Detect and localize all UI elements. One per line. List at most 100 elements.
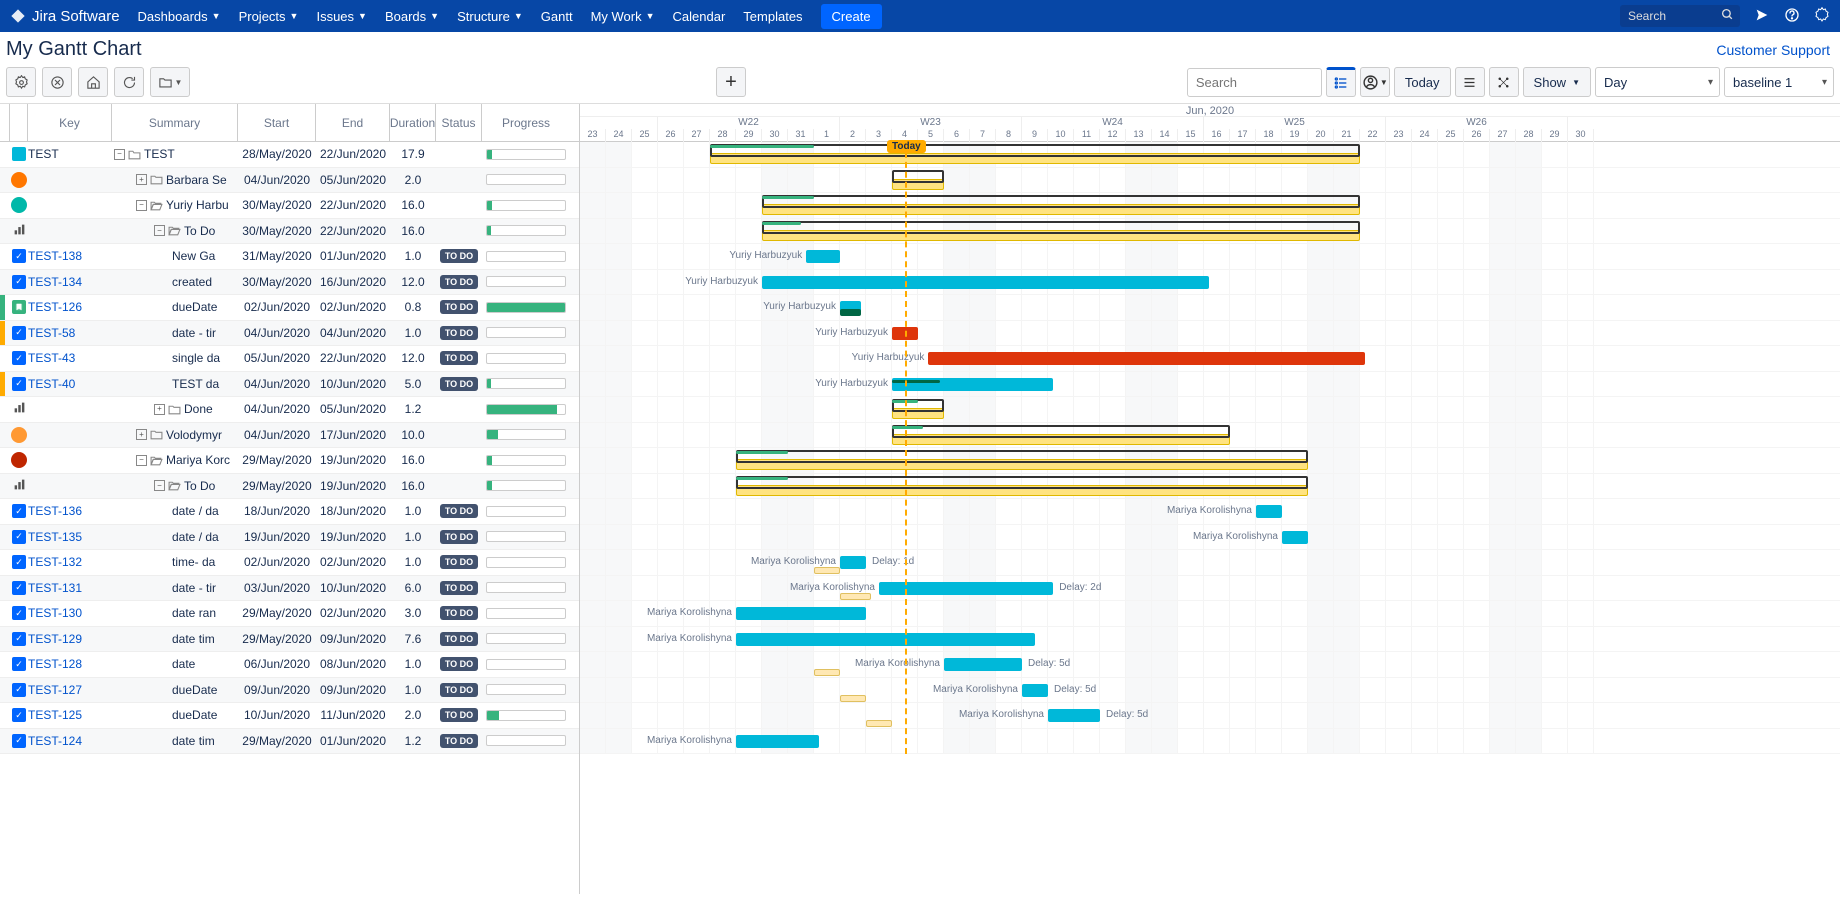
grid-row[interactable]: ✓TEST-129date tim29/May/202009/Jun/20207… — [0, 627, 579, 653]
grid-row[interactable]: −Mariya Korc29/May/202019/Jun/202016.0 — [0, 448, 579, 474]
grid-row[interactable]: −To Do30/May/202022/Jun/202016.0 — [0, 219, 579, 245]
expand-toggle[interactable]: − — [136, 200, 147, 211]
issue-key-link[interactable]: TEST-127 — [28, 678, 112, 703]
grid-row[interactable]: TEST−TEST28/May/202022/Jun/202017.9 — [0, 142, 579, 168]
view-mode-button[interactable] — [1455, 67, 1485, 97]
grid-row[interactable]: ✓TEST-128date06/Jun/202008/Jun/20201.0TO… — [0, 652, 579, 678]
grid-row[interactable]: ✓TEST-136date / da18/Jun/202018/Jun/2020… — [0, 499, 579, 525]
nav-item-gantt[interactable]: Gantt — [541, 9, 573, 24]
col-header-status[interactable]: Status — [436, 104, 482, 141]
expand-toggle[interactable]: − — [114, 149, 125, 160]
col-header-start[interactable]: Start — [238, 104, 316, 141]
issue-key-link[interactable]: TEST-136 — [28, 499, 112, 524]
grid-row[interactable]: ✓TEST-135date / da19/Jun/202019/Jun/2020… — [0, 525, 579, 551]
col-header-progress[interactable]: Progress — [482, 104, 570, 141]
grid-row[interactable]: ✓TEST-58date - tir04/Jun/202004/Jun/2020… — [0, 321, 579, 347]
gantt-task-bar[interactable] — [840, 556, 866, 569]
gantt-task-bar[interactable] — [736, 735, 819, 748]
issue-key-link[interactable]: TEST-128 — [28, 652, 112, 677]
nav-item-calendar[interactable]: Calendar — [673, 9, 726, 24]
grid-row[interactable]: +Volodymyr04/Jun/202017/Jun/202010.0 — [0, 423, 579, 449]
issue-key-link[interactable]: TEST — [28, 142, 112, 167]
settings-icon[interactable] — [1814, 7, 1830, 26]
gantt-search-input[interactable] — [1187, 68, 1322, 97]
issue-key-link[interactable]: TEST-40 — [28, 372, 112, 397]
gantt-task-bar[interactable] — [1048, 709, 1100, 722]
issue-key-link[interactable]: TEST-131 — [28, 576, 112, 601]
reload-button[interactable] — [114, 67, 144, 97]
grid-row[interactable]: ✓TEST-127dueDate09/Jun/202009/Jun/20201.… — [0, 678, 579, 704]
nav-item-my-work[interactable]: My Work▼ — [591, 9, 655, 24]
product-logo[interactable]: Jira Software — [10, 8, 120, 25]
gantt-task-bar[interactable] — [1282, 531, 1308, 544]
nav-item-structure[interactable]: Structure▼ — [457, 9, 523, 24]
dependencies-button[interactable] — [1489, 67, 1519, 97]
gantt-task-bar[interactable] — [736, 633, 1035, 646]
gantt-task-bar[interactable] — [1022, 684, 1048, 697]
issue-key-link[interactable]: TEST-124 — [28, 729, 112, 754]
col-header-summary[interactable]: Summary — [112, 104, 238, 141]
help-icon[interactable] — [1784, 7, 1800, 26]
folder-menu-button[interactable]: ▼ — [150, 67, 190, 97]
home-button[interactable] — [78, 67, 108, 97]
issue-key-link[interactable]: TEST-129 — [28, 627, 112, 652]
add-button[interactable]: + — [716, 67, 746, 97]
customer-support-link[interactable]: Customer Support — [1716, 42, 1830, 58]
gantt-summary-bar[interactable] — [892, 170, 944, 183]
grid-row[interactable]: ✓TEST-43single da05/Jun/202022/Jun/20201… — [0, 346, 579, 372]
issue-key-link[interactable]: TEST-138 — [28, 244, 112, 269]
grid-row[interactable]: ✓TEST-131date - tir03/Jun/202010/Jun/202… — [0, 576, 579, 602]
today-button[interactable]: Today — [1394, 67, 1451, 97]
grid-row[interactable]: ✓TEST-124date tim29/May/202001/Jun/20201… — [0, 729, 579, 755]
gantt-settings-button[interactable] — [6, 67, 36, 97]
grid-row[interactable]: ✓TEST-130date ran29/May/202002/Jun/20203… — [0, 601, 579, 627]
show-menu-button[interactable]: Show▼ — [1523, 67, 1591, 97]
issue-key-link[interactable] — [28, 474, 112, 499]
grid-row[interactable]: −To Do29/May/202019/Jun/202016.0 — [0, 474, 579, 500]
issue-key-link[interactable]: TEST-130 — [28, 601, 112, 626]
gantt-summary-bar[interactable] — [892, 425, 1230, 438]
grid-row[interactable]: ✓TEST-40TEST da04/Jun/202010/Jun/20205.0… — [0, 372, 579, 398]
issue-key-link[interactable]: TEST-135 — [28, 525, 112, 550]
gantt-task-bar[interactable] — [1256, 505, 1282, 518]
grid-row[interactable]: −Yuriy Harbu30/May/202022/Jun/202016.0 — [0, 193, 579, 219]
grid-row[interactable]: ✓TEST-138New Ga31/May/202001/Jun/20201.0… — [0, 244, 579, 270]
issue-key-link[interactable]: TEST-125 — [28, 703, 112, 728]
gantt-task-bar[interactable] — [928, 352, 1365, 365]
col-header-duration[interactable]: Duration — [390, 104, 436, 141]
col-header-end[interactable]: End — [316, 104, 390, 141]
gantt-summary-bar[interactable] — [762, 195, 1360, 208]
zoom-select[interactable]: Day — [1595, 67, 1720, 97]
expand-toggle[interactable]: + — [136, 174, 147, 185]
nav-item-projects[interactable]: Projects▼ — [239, 9, 299, 24]
issue-key-link[interactable] — [28, 219, 112, 244]
grid-row[interactable]: ✓TEST-132time- da02/Jun/202002/Jun/20201… — [0, 550, 579, 576]
issue-key-link[interactable] — [28, 168, 112, 193]
user-filter-button[interactable]: ▼ — [1360, 67, 1390, 97]
grid-row[interactable]: +Barbara Se04/Jun/202005/Jun/20202.0 — [0, 168, 579, 194]
expand-toggle[interactable]: − — [154, 480, 165, 491]
baseline-select[interactable]: baseline 1 — [1724, 67, 1834, 97]
gantt-task-bar[interactable] — [806, 250, 840, 263]
gantt-chart[interactable]: Jun, 2020 W22W23W24W25W26 23242526272829… — [580, 104, 1840, 894]
issue-key-link[interactable] — [28, 193, 112, 218]
nav-item-issues[interactable]: Issues▼ — [316, 9, 367, 24]
issue-key-link[interactable] — [28, 423, 112, 448]
grid-row[interactable]: +Done04/Jun/202005/Jun/20201.2 — [0, 397, 579, 423]
expand-toggle[interactable]: − — [154, 225, 165, 236]
expand-toggle[interactable]: − — [136, 455, 147, 466]
issue-key-link[interactable]: TEST-58 — [28, 321, 112, 346]
grid-row[interactable]: ✓TEST-134created30/May/202016/Jun/202012… — [0, 270, 579, 296]
nav-item-templates[interactable]: Templates — [743, 9, 802, 24]
issue-key-link[interactable] — [28, 397, 112, 422]
issue-key-link[interactable]: TEST-43 — [28, 346, 112, 371]
notifications-icon[interactable] — [1754, 7, 1770, 26]
nav-item-dashboards[interactable]: Dashboards▼ — [138, 9, 221, 24]
issue-key-link[interactable]: TEST-132 — [28, 550, 112, 575]
create-button[interactable]: Create — [821, 4, 882, 29]
list-view-button[interactable] — [1326, 67, 1356, 97]
issue-key-link[interactable]: TEST-134 — [28, 270, 112, 295]
gantt-task-bar[interactable] — [762, 276, 1209, 289]
close-button[interactable] — [42, 67, 72, 97]
gantt-summary-bar[interactable] — [736, 450, 1308, 463]
